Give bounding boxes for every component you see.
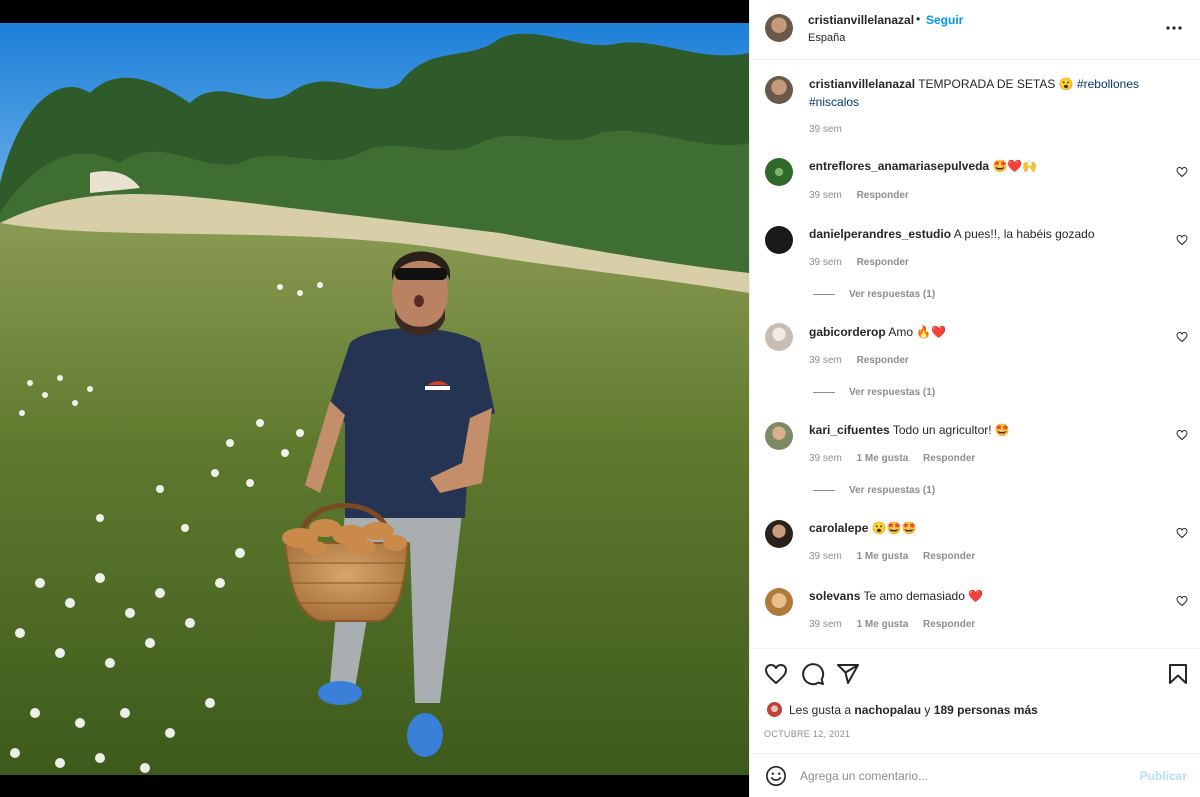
liker-username[interactable]: nachopalau: [854, 703, 921, 717]
comment-likes-count[interactable]: 1 Me gusta: [857, 551, 909, 562]
view-replies-label: Ver respuestas (1): [849, 387, 936, 398]
comment-text: entreflores_anamariasepulveda 🤩❤️🙌: [809, 157, 1149, 175]
commenter-avatar[interactable]: [765, 323, 793, 351]
hashtag-link[interactable]: #niscalos: [809, 95, 859, 109]
comment-text: gabicorderop Amo 🔥❤️: [809, 323, 1149, 341]
post-location[interactable]: España: [808, 32, 845, 44]
commenter-username[interactable]: kari_cifuentes: [809, 423, 890, 437]
commenter-username[interactable]: carolalepe: [809, 521, 868, 535]
emoji-icon[interactable]: [765, 765, 787, 787]
add-comment-bar: Publicar: [750, 753, 1200, 797]
comment-like-icon[interactable]: [1176, 166, 1188, 178]
hashtag-link[interactable]: #rebollones: [1077, 77, 1139, 91]
caption-text: cristianvillelanazal TEMPORADA DE SETAS …: [809, 75, 1149, 111]
comment-body: A pues!!, la habéis gozado: [953, 227, 1095, 241]
comment-like-icon[interactable]: [1176, 595, 1188, 607]
comment-body: Amo 🔥❤️: [888, 325, 947, 339]
view-replies-label: Ver respuestas (1): [849, 485, 936, 496]
author-avatar[interactable]: [765, 76, 793, 104]
comment-time[interactable]: 39 sem: [809, 453, 842, 464]
reply-button[interactable]: Responder: [923, 551, 975, 562]
post-header: cristianvillelanazal • Seguir España: [750, 0, 1200, 60]
view-replies-button[interactable]: Ver respuestas (1): [813, 289, 935, 300]
comment-body: 😮🤩🤩: [871, 521, 917, 535]
comment-text: solevans Te amo demasiado ❤️: [809, 587, 1149, 605]
comment-like-icon[interactable]: [1176, 527, 1188, 539]
liker-avatar[interactable]: [766, 701, 783, 718]
comment-text: carolalepe 😮🤩🤩: [809, 519, 1149, 537]
comment-like-icon[interactable]: [1176, 429, 1188, 441]
follow-button[interactable]: Seguir: [926, 13, 963, 27]
separator-dot: •: [916, 12, 921, 26]
caption-time[interactable]: 39 sem: [809, 124, 842, 135]
comment-input[interactable]: [800, 766, 1120, 786]
share-icon[interactable]: [836, 662, 860, 686]
comment-text: kari_cifuentes Todo un agricultor! 🤩: [809, 421, 1149, 439]
comment-likes-count[interactable]: 1 Me gusta: [857, 619, 909, 630]
comment-text: danielperandres_estudio A pues!!, la hab…: [809, 225, 1149, 243]
comment-body: Todo un agricultor! 🤩: [892, 423, 1010, 437]
likes-others-count[interactable]: 189 personas más: [934, 703, 1038, 717]
comment-likes-count[interactable]: 1 Me gusta: [857, 453, 909, 464]
commenter-avatar[interactable]: [765, 226, 793, 254]
comment-time[interactable]: 39 sem: [809, 551, 842, 562]
bookmark-icon[interactable]: [1166, 662, 1190, 686]
commenter-username[interactable]: solevans: [809, 589, 860, 603]
publish-button[interactable]: Publicar: [1140, 769, 1187, 783]
comment-body: Te amo demasiado ❤️: [863, 589, 984, 603]
reply-button[interactable]: Responder: [857, 190, 909, 201]
commenter-avatar[interactable]: [765, 158, 793, 186]
caption-username[interactable]: cristianvillelanazal: [809, 77, 915, 91]
comment-meta: 39 sem 1 Me gusta Responder: [809, 453, 987, 464]
comments-list[interactable]: cristianvillelanazal TEMPORADA DE SETAS …: [750, 60, 1200, 648]
post-side-panel: cristianvillelanazal • Seguir España cri…: [749, 0, 1200, 797]
comment-icon[interactable]: [801, 662, 825, 686]
commenter-username[interactable]: entreflores_anamariasepulveda: [809, 159, 989, 173]
comment-time[interactable]: 39 sem: [809, 355, 842, 366]
comment-meta: 39 sem 1 Me gusta Responder: [809, 551, 987, 562]
heart-icon[interactable]: [764, 662, 788, 686]
reply-button[interactable]: Responder: [923, 453, 975, 464]
author-username[interactable]: cristianvillelanazal: [808, 13, 914, 27]
post-photo[interactable]: [0, 0, 749, 797]
post-actions: Les gusta a nachopalau y 189 personas má…: [750, 648, 1200, 753]
author-avatar[interactable]: [765, 14, 793, 42]
comment-meta: 39 sem Responder: [809, 190, 921, 201]
comment-meta: 39 sem Responder: [809, 355, 921, 366]
view-replies-button[interactable]: Ver respuestas (1): [813, 485, 935, 496]
caption-body: TEMPORADA DE SETAS 😮: [918, 77, 1074, 91]
commenter-username[interactable]: danielperandres_estudio: [809, 227, 951, 241]
view-replies-label: Ver respuestas (1): [849, 289, 936, 300]
comment-like-icon[interactable]: [1176, 234, 1188, 246]
commenter-avatar[interactable]: [765, 588, 793, 616]
view-replies-button[interactable]: Ver respuestas (1): [813, 387, 935, 398]
reply-button[interactable]: Responder: [923, 619, 975, 630]
comment-time[interactable]: 39 sem: [809, 257, 842, 268]
reply-button[interactable]: Responder: [857, 355, 909, 366]
caption-meta: 39 sem: [809, 124, 854, 135]
comment-like-icon[interactable]: [1176, 331, 1188, 343]
reply-button[interactable]: Responder: [857, 257, 909, 268]
comment-time[interactable]: 39 sem: [809, 619, 842, 630]
likes-connector: y: [924, 702, 931, 717]
comment-meta: 39 sem Responder: [809, 257, 921, 268]
commenter-avatar[interactable]: [765, 422, 793, 450]
likes-prefix: Les gusta a: [789, 702, 852, 717]
comment-meta: 39 sem 1 Me gusta Responder: [809, 619, 987, 630]
post-date[interactable]: OCTUBRE 12, 2021: [764, 729, 850, 739]
post-image: [0, 23, 749, 775]
commenter-avatar[interactable]: [765, 520, 793, 548]
more-options-icon[interactable]: [1163, 18, 1185, 38]
comment-body: 🤩❤️🙌: [992, 159, 1038, 173]
likes-summary[interactable]: Les gusta a nachopalau y 189 personas má…: [766, 701, 1038, 718]
comment-time[interactable]: 39 sem: [809, 190, 842, 201]
commenter-username[interactable]: gabicorderop: [809, 325, 886, 339]
